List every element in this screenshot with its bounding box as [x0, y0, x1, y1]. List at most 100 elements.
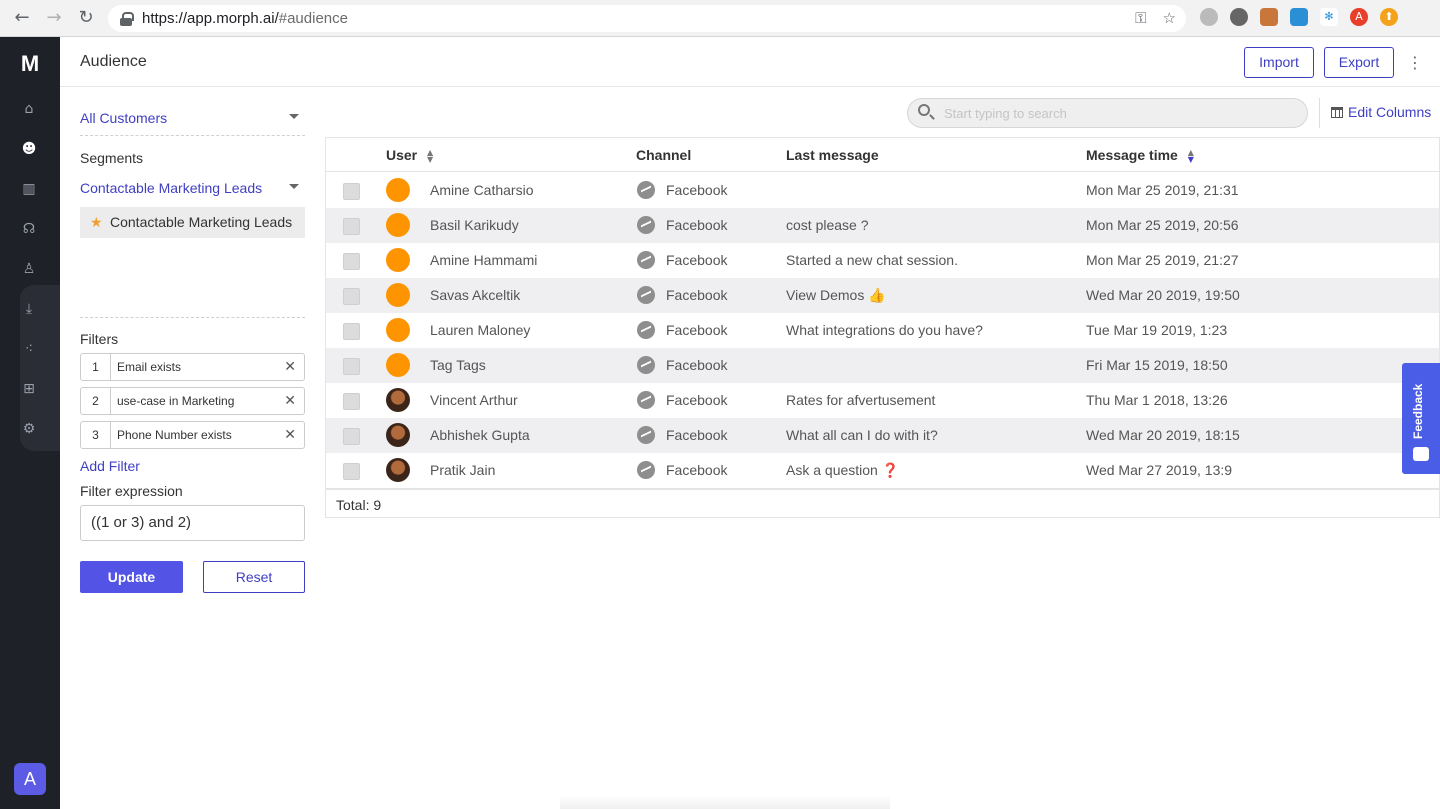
table-row[interactable]: Amine Catharsio Facebook Mon Mar 25 2019, …	[326, 173, 1439, 208]
customers-dropdown[interactable]: All Customers	[80, 100, 305, 136]
user-avatar	[386, 423, 410, 447]
messenger-icon	[637, 216, 655, 234]
table-row[interactable]: Amine Hammami Facebook Started a new chat …	[326, 243, 1439, 278]
user-name[interactable]: Amine Catharsio	[430, 182, 534, 198]
row-checkbox[interactable]	[343, 218, 360, 235]
table-row[interactable]: Savas Akceltik Facebook View Demos 👍 Wed Ma…	[326, 278, 1439, 313]
row-checkbox[interactable]	[343, 358, 360, 375]
address-bar[interactable]: https://app.morph.ai/#audience ⚿ ☆	[108, 5, 1186, 32]
star-icon: ★	[90, 215, 103, 231]
filter-expression-input[interactable]: ((1 or 3) and 2)	[80, 505, 305, 541]
edit-columns-label: Edit Columns	[1348, 104, 1432, 120]
table-row[interactable]: Pratik Jain Facebook Ask a question ❓ Wed M…	[326, 453, 1439, 488]
column-label: Last message	[786, 147, 879, 163]
extension-circle-icon[interactable]	[1200, 8, 1218, 26]
column-label: Message time	[1086, 147, 1178, 163]
key-icon[interactable]: ⚿	[1135, 9, 1146, 27]
import-button[interactable]: Import	[1244, 47, 1314, 78]
message-time: Thu Mar 1 2018, 13:26	[1086, 392, 1228, 408]
user-name[interactable]: Amine Hammami	[430, 252, 537, 268]
feedback-tab[interactable]: Feedback	[1402, 363, 1440, 474]
flow-icon[interactable]: ⊞	[20, 380, 38, 398]
channel-name: Facebook	[666, 322, 728, 338]
integrations-icon[interactable]: ⁖	[20, 340, 38, 358]
table-row[interactable]: Tag Tags Facebook Fri Mar 15 2019, 18:50	[326, 348, 1439, 383]
row-checkbox[interactable]	[343, 183, 360, 200]
user-name[interactable]: Vincent Arthur	[430, 392, 518, 408]
lock-icon	[120, 11, 134, 26]
column-header-channel: Channel	[636, 147, 691, 163]
feedback-smile-icon	[1413, 447, 1429, 461]
bookmark-star-icon[interactable]: ☆	[1163, 9, 1176, 27]
user-name[interactable]: Basil Karikudy	[430, 217, 519, 233]
filter-row[interactable]: 2 use-case in Marketing ✕	[80, 387, 305, 415]
user-name[interactable]: Savas Akceltik	[430, 287, 520, 303]
table-row[interactable]: Basil Karikudy Facebook cost please ? Mon M…	[326, 208, 1439, 243]
extension-window-icon[interactable]	[1290, 8, 1308, 26]
segment-dropdown[interactable]: Contactable Marketing Leads	[80, 170, 305, 200]
row-checkbox[interactable]	[343, 428, 360, 445]
export-button[interactable]: Export	[1324, 47, 1394, 78]
profile-avatar-icon[interactable]: A	[1350, 8, 1368, 26]
channel-name: Facebook	[666, 287, 728, 303]
last-message: What integrations do you have?	[786, 322, 983, 338]
row-checkbox[interactable]	[343, 463, 360, 480]
user-name[interactable]: Tag Tags	[430, 357, 486, 373]
messenger-icon	[637, 286, 655, 304]
close-icon[interactable]: ✕	[284, 388, 296, 414]
row-checkbox[interactable]	[343, 393, 360, 410]
extension-update-icon[interactable]: ⬆	[1380, 8, 1398, 26]
extension-palette-icon[interactable]	[1260, 8, 1278, 26]
column-header-user[interactable]: User ▲ ▼	[386, 147, 435, 164]
sort-icon[interactable]: ▲ ▼	[427, 149, 435, 164]
bottom-shadow	[560, 795, 890, 809]
column-header-message-time[interactable]: Message time ▲ ▼	[1086, 147, 1196, 164]
settings-icon[interactable]: ⚙	[20, 420, 38, 438]
forward-icon[interactable]: →	[44, 8, 64, 28]
more-options-icon[interactable]: ⋮	[1407, 53, 1423, 72]
filter-row[interactable]: 1 Email exists ✕	[80, 353, 305, 381]
extension-globe-icon[interactable]	[1230, 8, 1248, 26]
column-header-last-message: Last message	[786, 147, 879, 163]
reset-button[interactable]: Reset	[203, 561, 305, 593]
columns-icon	[1331, 107, 1343, 118]
table-row[interactable]: Vincent Arthur Facebook Rates for afvertus…	[326, 383, 1439, 418]
user-name[interactable]: Lauren Maloney	[430, 322, 530, 338]
profile-icon[interactable]: ♙	[20, 260, 38, 278]
user-name[interactable]: Abhishek Gupta	[430, 427, 530, 443]
broadcast-icon[interactable]: ☊	[20, 220, 38, 238]
channel-name: Facebook	[666, 427, 728, 443]
filter-row[interactable]: 3 Phone Number exists ✕	[80, 421, 305, 449]
row-checkbox[interactable]	[343, 253, 360, 270]
url-hash: #audience	[278, 10, 348, 27]
close-icon[interactable]: ✕	[284, 422, 296, 448]
row-checkbox[interactable]	[343, 288, 360, 305]
extension-gear-icon[interactable]: ✻	[1320, 8, 1338, 26]
segments-label: Segments	[80, 150, 144, 166]
user-avatar	[386, 458, 410, 482]
user-avatar[interactable]: A	[14, 763, 46, 795]
back-icon[interactable]: ←	[12, 8, 32, 28]
channel-name: Facebook	[666, 252, 728, 268]
home-icon[interactable]: ⌂	[20, 100, 38, 118]
table-row[interactable]: Lauren Maloney Facebook What integrations …	[326, 313, 1439, 348]
add-filter-link[interactable]: Add Filter	[80, 458, 140, 474]
close-icon[interactable]: ✕	[284, 354, 296, 380]
sort-icon[interactable]: ▲ ▼	[1188, 149, 1196, 164]
filter-text: Email exists	[117, 360, 182, 374]
reload-icon[interactable]: ↻	[76, 8, 96, 28]
customers-dropdown-label: All Customers	[80, 110, 168, 126]
table-row[interactable]: Abhishek Gupta Facebook What all can I do …	[326, 418, 1439, 453]
segment-list-item[interactable]: ★ Contactable Marketing Leads	[80, 207, 305, 238]
analytics-icon[interactable]: ▥	[20, 180, 38, 198]
update-button[interactable]: Update	[80, 561, 183, 593]
download-icon[interactable]: ⤓	[20, 300, 38, 318]
row-checkbox[interactable]	[343, 323, 360, 340]
edit-columns-button[interactable]: Edit Columns	[1331, 104, 1431, 120]
search-input[interactable]	[944, 103, 1294, 123]
audience-icon[interactable]: ☻	[20, 140, 38, 158]
channel-name: Facebook	[666, 217, 728, 233]
last-message: Started a new chat session.	[786, 252, 958, 268]
morph-logo[interactable]: M	[12, 51, 48, 76]
user-name[interactable]: Pratik Jain	[430, 462, 495, 478]
